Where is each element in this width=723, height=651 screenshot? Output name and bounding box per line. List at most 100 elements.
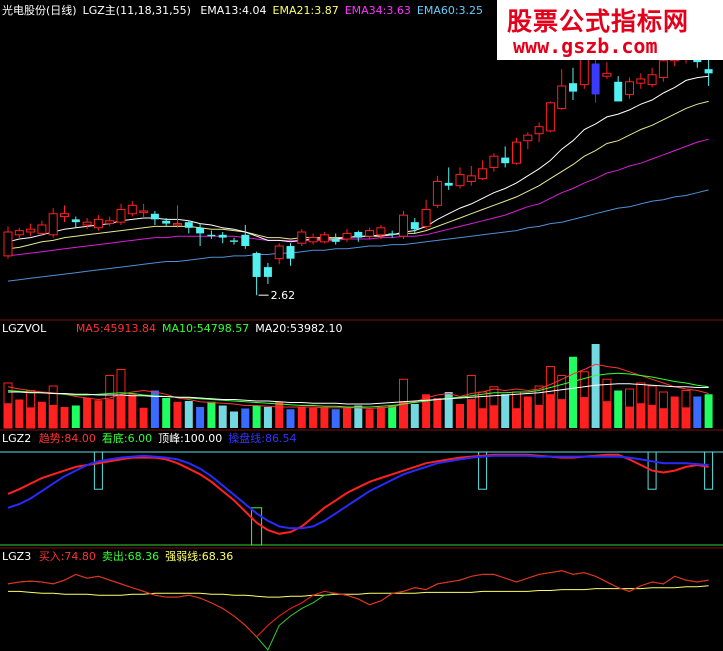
volume-bar-fill	[467, 399, 476, 428]
volume-bar	[241, 408, 250, 428]
lgz3-header: LGZ3 买入:74.80 卖出:68.36 强弱线:68.36	[2, 550, 245, 563]
candle-body	[82, 221, 92, 226]
low-price-label: 2.62	[271, 289, 296, 302]
candle-body	[636, 78, 646, 84]
volume-bar	[162, 398, 171, 428]
candle-body	[139, 210, 149, 213]
volume-bar	[297, 407, 306, 428]
volume-bar	[354, 405, 363, 428]
candle-body	[354, 231, 363, 238]
volume-bar	[343, 407, 351, 428]
volume-bar-fill	[625, 406, 634, 428]
volume-bar	[37, 401, 46, 428]
stock-title: 光电股份(日线)	[2, 4, 77, 17]
lgz2-legend-item: 趋势:84.00	[38, 432, 96, 445]
volume-bar	[670, 396, 679, 428]
candle-body	[286, 246, 295, 259]
watermark-url: www.gszb.com	[513, 34, 658, 58]
candle-body	[478, 168, 488, 180]
volume-bar	[275, 401, 284, 428]
candle-body	[196, 227, 205, 234]
volume-bar	[71, 405, 80, 428]
candle-body	[365, 230, 375, 237]
candle-body	[432, 180, 442, 206]
candle-body	[399, 214, 408, 237]
vol-legend-item: MA20:53982.10	[255, 322, 343, 335]
candle-body	[241, 234, 250, 247]
main-indicator-name: LGZ主	[82, 4, 116, 17]
watermark: 股票公式指标网 www.gszb.com	[497, 0, 723, 60]
volume-bar-fill	[4, 403, 12, 428]
main-header: 光电股份(日线) LGZ主(11,18,31,55) EMA13:4.04 EMA2…	[2, 4, 495, 17]
volume-bar-fill	[580, 397, 589, 428]
volume-bar-fill	[49, 404, 58, 428]
candle-body	[308, 237, 318, 243]
volume-bar-fill	[602, 401, 611, 428]
volume-bar	[139, 407, 148, 428]
lgz3-legend-item: 卖出:68.36	[101, 550, 160, 563]
candle-body	[388, 233, 397, 235]
strength-line	[8, 585, 709, 598]
vol-indicator-name: LGZVOL	[2, 322, 47, 335]
candle-body	[523, 134, 533, 142]
candle-body	[3, 231, 13, 257]
candle-body	[625, 81, 634, 95]
volume-bar-fill	[105, 399, 114, 428]
peak-marker	[704, 451, 714, 490]
volume-bar	[704, 394, 713, 428]
candle-body	[263, 267, 272, 277]
volume-bar	[365, 409, 374, 428]
candle-body	[545, 102, 555, 132]
volume-bar	[286, 409, 295, 428]
volume-bar	[614, 390, 623, 428]
volume-bar	[309, 407, 318, 428]
main-legend-item: EMA60:3.25	[416, 4, 484, 17]
candle-body	[410, 222, 419, 230]
volume-bar-fill	[546, 394, 555, 428]
vol-legend-item: MA5:45913.84	[75, 322, 157, 335]
lgz2-legend: 趋势:84.00 看底:6.00 顶峰:100.00 操盘线:86.54	[39, 432, 303, 445]
volume-bar-fill	[535, 404, 544, 428]
lgz3-legend: 买入:74.80 卖出:68.36 强弱线:68.36	[39, 550, 240, 563]
volume-bar	[128, 394, 137, 428]
volume-bar	[252, 405, 261, 428]
lgz2-header: LGZ2 趋势:84.00 看底:6.00 顶峰:100.00 操盘线:86.54	[2, 432, 309, 445]
lgz2-indicator-name: LGZ2	[2, 432, 32, 445]
volume-bar-fill	[26, 407, 35, 428]
volume-bar-fill	[636, 403, 645, 428]
volume-bar	[60, 407, 69, 428]
candle-body	[602, 72, 612, 77]
candle-body	[14, 230, 24, 236]
candle-body	[704, 69, 713, 74]
candle-body	[342, 232, 352, 240]
main-legend-item: EMA34:3.63	[344, 4, 411, 17]
candle-body	[162, 220, 171, 224]
volume-bar-fill	[648, 404, 657, 428]
candle-body	[230, 240, 238, 242]
peak-marker	[93, 451, 103, 490]
candle-body	[591, 63, 600, 95]
candle-body	[218, 234, 227, 238]
candle-body	[105, 220, 115, 225]
volume-bar	[501, 394, 510, 428]
volume-bar-fill	[659, 408, 668, 428]
candle-body	[512, 141, 521, 164]
volume-bar-fill	[682, 407, 690, 428]
volume-bar-fill	[117, 395, 125, 428]
candle-body	[534, 126, 544, 135]
candle-body	[93, 218, 103, 229]
candle-body	[579, 57, 589, 86]
candle-body	[173, 223, 182, 226]
candle-body	[116, 209, 126, 223]
volume-bar	[218, 405, 227, 428]
vol-header: LGZVOL MA5:45913.84 MA10:54798.57 MA20:539…	[2, 322, 354, 335]
volume-bar	[320, 407, 329, 428]
volume-bar	[410, 404, 419, 428]
volume-bar-fill	[512, 408, 521, 428]
candle-body	[274, 245, 284, 260]
candle-body	[331, 239, 340, 242]
candle-body	[658, 60, 668, 79]
candle-body	[647, 74, 657, 86]
volume-bar	[376, 407, 385, 428]
volume-bar	[173, 401, 182, 428]
